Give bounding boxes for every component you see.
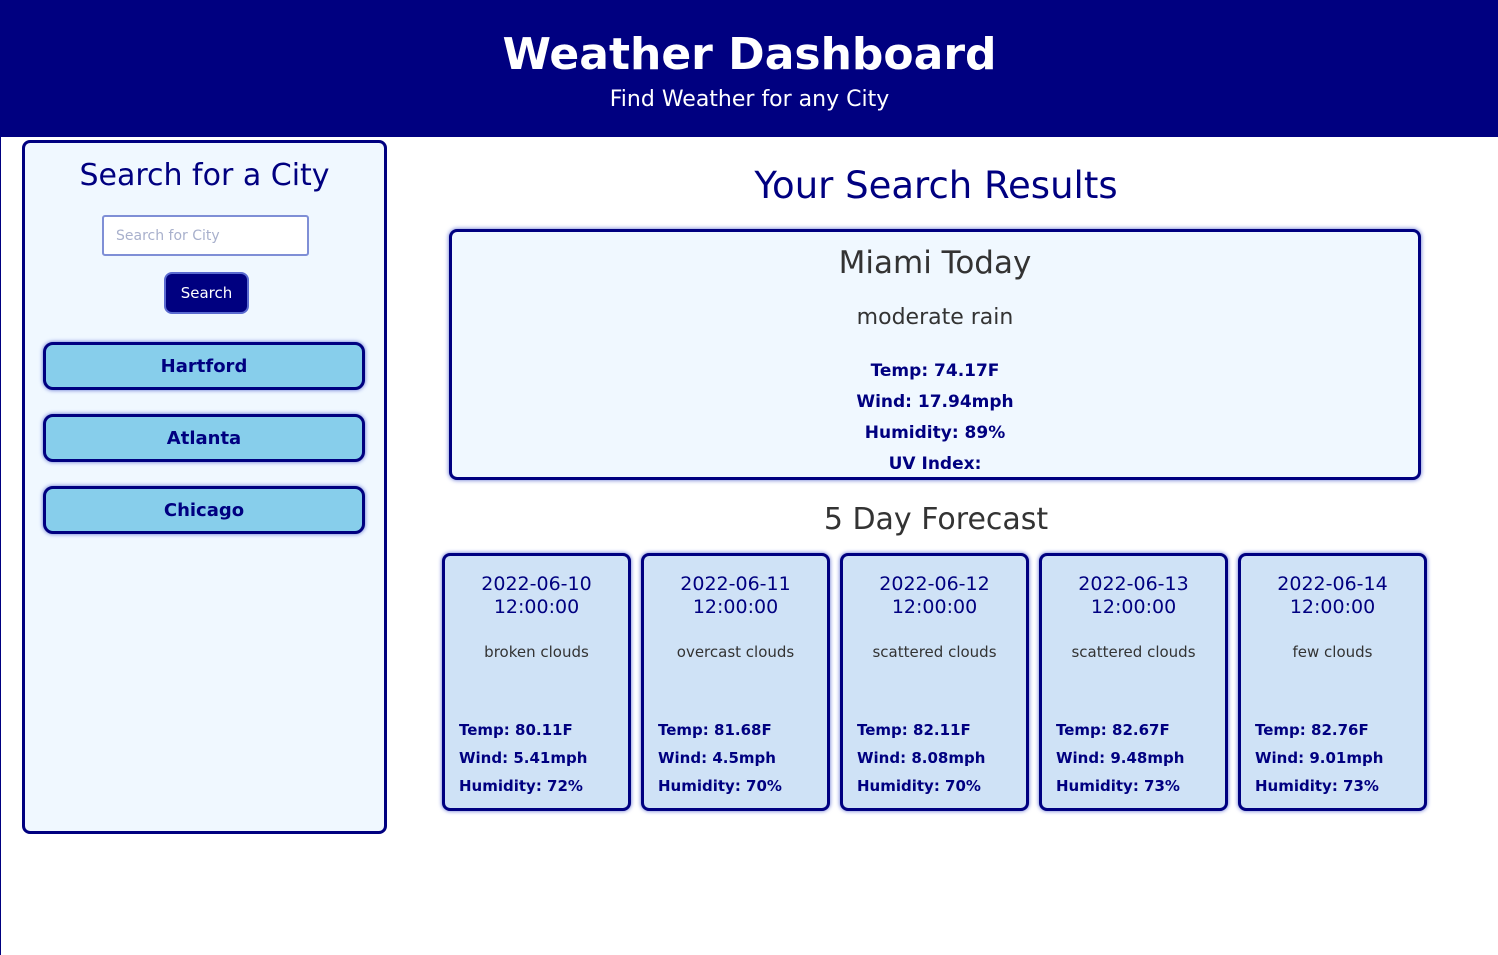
- history-button-chicago[interactable]: Chicago: [43, 486, 365, 534]
- current-description: moderate rain: [856, 305, 1014, 330]
- forecast-card: 2022-06-11 12:00:00 overcast clouds Temp:…: [641, 553, 830, 811]
- forecast-description: overcast clouds: [676, 643, 795, 661]
- forecast-card: 2022-06-13 12:00:00 scattered clouds Temp…: [1039, 553, 1228, 811]
- current-temp: Temp: 74.17F: [870, 361, 1000, 381]
- forecast-description: broken clouds: [484, 643, 589, 661]
- forecast-temp: Temp: 82.11F: [857, 721, 971, 739]
- forecast-wind: Wind: 9.01mph: [1255, 749, 1384, 767]
- history-button-hartford[interactable]: Hartford: [43, 342, 365, 390]
- forecast-temp: Temp: 82.67F: [1056, 721, 1170, 739]
- current-wind: Wind: 17.94mph: [856, 392, 1014, 412]
- forecast-wind: Wind: 4.5mph: [658, 749, 776, 767]
- forecast-title: 5 Day Forecast: [823, 502, 1049, 537]
- city-search-input[interactable]: [102, 215, 309, 256]
- forecast-wind: Wind: 8.08mph: [857, 749, 986, 767]
- results-title: Your Search Results: [754, 164, 1118, 207]
- current-uv-index: UV Index:: [888, 454, 982, 474]
- forecast-date: 2022-06-10 12:00:00: [481, 573, 592, 618]
- search-button[interactable]: Search: [164, 272, 249, 314]
- forecast-wind: Wind: 5.41mph: [459, 749, 588, 767]
- forecast-description: scattered clouds: [1071, 643, 1196, 661]
- forecast-temp: Temp: 80.11F: [459, 721, 573, 739]
- forecast-date: 2022-06-13 12:00:00: [1078, 573, 1189, 618]
- forecast-card: 2022-06-14 12:00:00 few clouds Temp: 82.7…: [1238, 553, 1427, 811]
- current-weather-card: Miami Today moderate rain Temp: 74.17F W…: [449, 229, 1421, 480]
- forecast-wind: Wind: 9.48mph: [1056, 749, 1185, 767]
- forecast-humidity: Humidity: 70%: [658, 777, 782, 795]
- history-button-atlanta[interactable]: Atlanta: [43, 414, 365, 462]
- search-sidebar: Search for a City Search Hartford Atlant…: [22, 140, 387, 834]
- page-title: Weather Dashboard: [502, 29, 997, 80]
- forecast-humidity: Humidity: 73%: [1056, 777, 1180, 795]
- sidebar-title: Search for a City: [79, 158, 330, 193]
- forecast-date: 2022-06-12 12:00:00: [879, 573, 990, 618]
- current-city-heading: Miami Today: [838, 245, 1032, 281]
- forecast-humidity: Humidity: 72%: [459, 777, 583, 795]
- current-humidity: Humidity: 89%: [864, 423, 1006, 443]
- page-subtitle: Find Weather for any City: [609, 87, 890, 112]
- forecast-date: 2022-06-11 12:00:00: [680, 573, 791, 618]
- forecast-description: scattered clouds: [872, 643, 997, 661]
- forecast-card: 2022-06-10 12:00:00 broken clouds Temp: 8…: [442, 553, 631, 811]
- forecast-date: 2022-06-14 12:00:00: [1277, 573, 1388, 618]
- forecast-temp: Temp: 82.76F: [1255, 721, 1369, 739]
- forecast-card: 2022-06-12 12:00:00 scattered clouds Temp…: [840, 553, 1029, 811]
- page-header: Weather Dashboard Find Weather for any C…: [1, 0, 1498, 137]
- forecast-temp: Temp: 81.68F: [658, 721, 772, 739]
- forecast-description: few clouds: [1292, 643, 1373, 661]
- forecast-humidity: Humidity: 73%: [1255, 777, 1379, 795]
- forecast-humidity: Humidity: 70%: [857, 777, 981, 795]
